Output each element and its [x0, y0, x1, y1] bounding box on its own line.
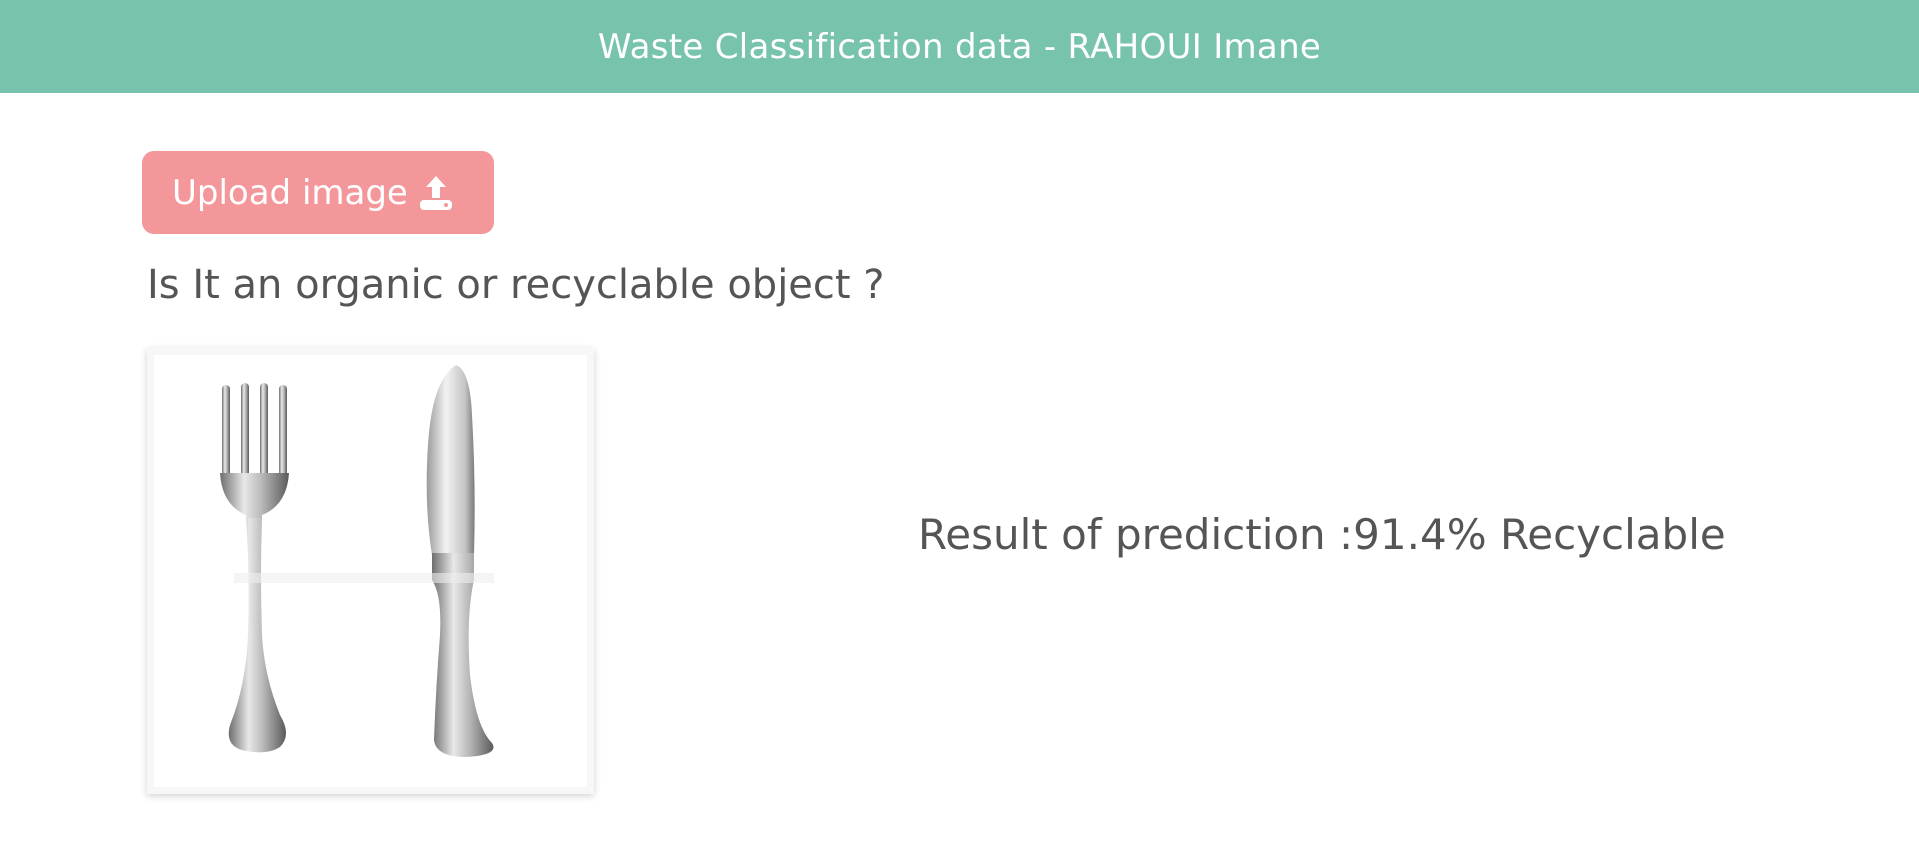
upload-button-label: Upload image: [172, 172, 408, 213]
page-title: Waste Classification data - RAHOUI Imane: [597, 26, 1322, 67]
cutlery-image: [154, 355, 587, 787]
upload-image-button[interactable]: Upload image: [142, 151, 494, 234]
app-header: Waste Classification data - RAHOUI Imane: [0, 0, 1919, 93]
upload-icon: [418, 174, 454, 212]
prediction-result: Result of prediction :91.4% Recyclable: [918, 510, 1726, 559]
uploaded-image-preview: [147, 348, 594, 794]
question-heading: Is It an organic or recyclable object ?: [147, 262, 885, 308]
